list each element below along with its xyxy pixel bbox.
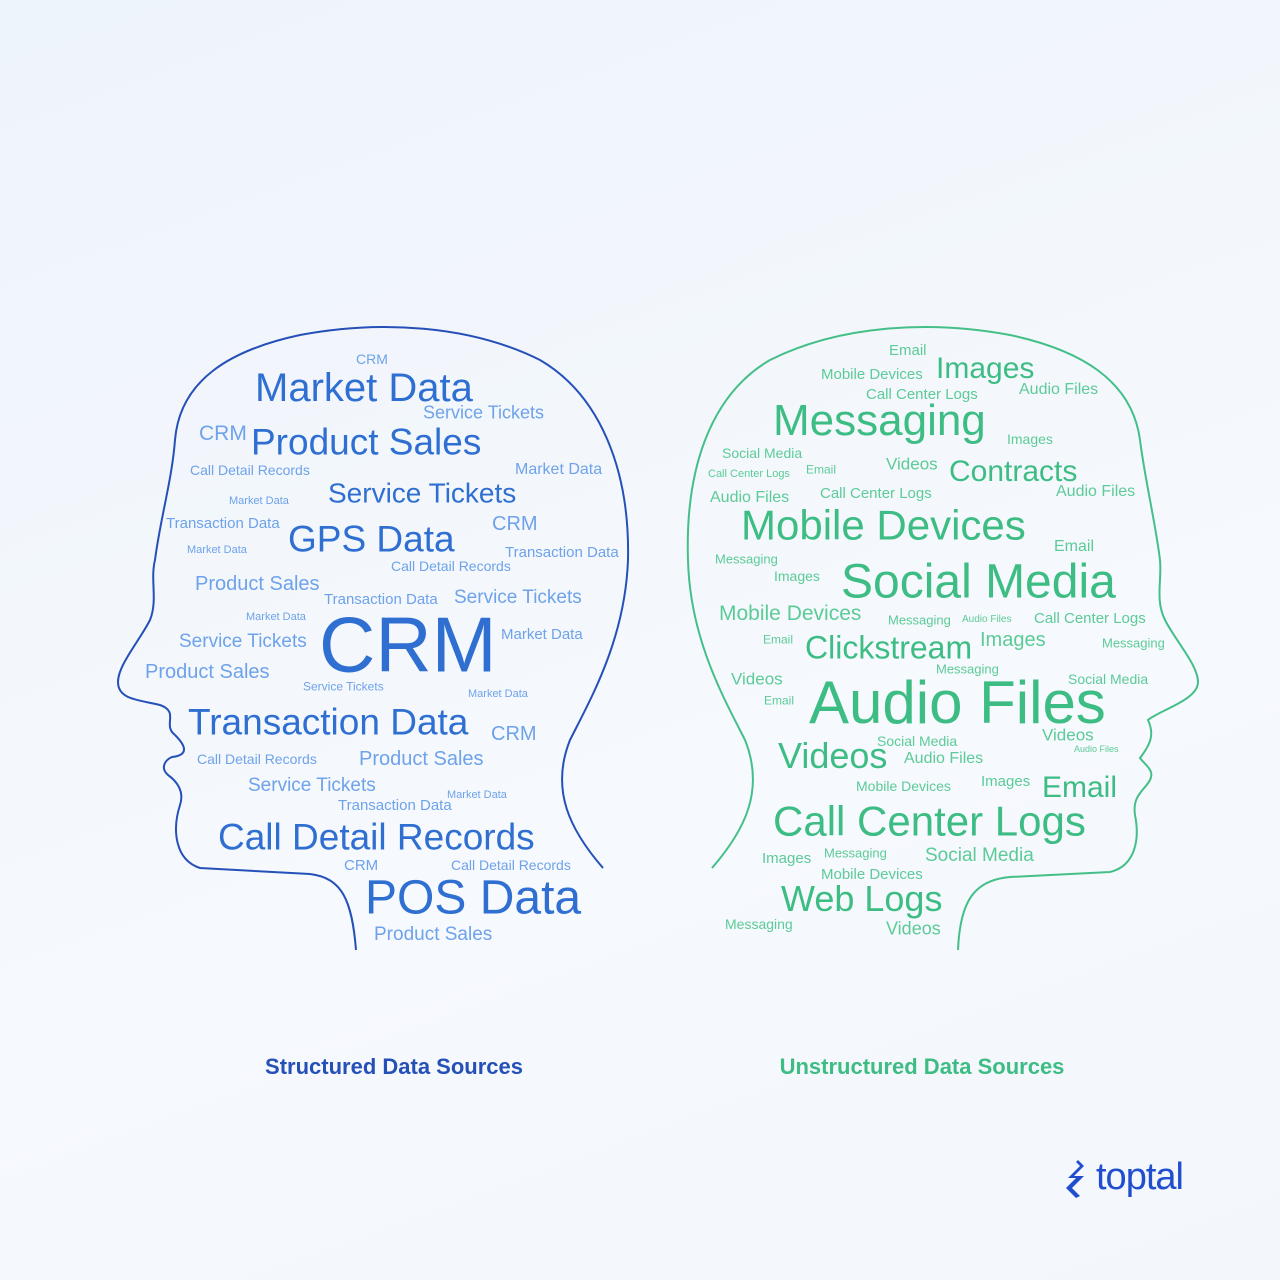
unstructured-caption: Unstructured Data Sources [779,1054,1065,1079]
unstructured-word: Audio Files [962,614,1012,625]
structured-word: Service Tickets [423,402,545,423]
structured-word: Market Data [501,626,583,643]
structured-word: GPS Data [288,518,455,560]
structured-word: Product Sales [145,661,270,683]
unstructured-word: Messaging [888,612,951,628]
unstructured-word: Social Media [877,732,958,749]
unstructured-word: Images [1007,430,1053,447]
unstructured-word: Social Media [722,444,803,461]
structured-word: Transaction Data [505,544,619,561]
structured-caption: Structured Data Sources [265,1054,523,1079]
unstructured-word: Videos [886,454,938,474]
unstructured-word: Images [981,773,1031,790]
structured-word: POS Data [365,871,582,925]
structured-word: Service Tickets [248,774,376,796]
unstructured-word: Messaging [715,551,778,567]
structured-word: Product Sales [195,573,320,595]
unstructured-word: Mobile Devices [741,501,1026,549]
structured-word: Service Tickets [179,630,307,652]
structured-word: Call Detail Records [451,856,571,873]
unstructured-word: Images [936,352,1035,385]
structured-word: CRM [492,513,538,535]
unstructured-word: Messaging [824,845,887,861]
structured-word: Transaction Data [166,515,280,532]
unstructured-word: Email [806,462,837,477]
unstructured-word: Email [763,632,794,647]
unstructured-word: Images [774,567,820,584]
toptal-logo-icon [1066,1159,1084,1198]
structured-word: Service Tickets [303,679,384,694]
structured-word: Product Sales [359,748,484,770]
unstructured-word: Mobile Devices [856,777,951,794]
unstructured-word: Audio Files [904,750,984,768]
structured-word: Service Tickets [328,477,517,509]
unstructured-word: Call Center Logs [1034,610,1146,627]
unstructured-word: Email [764,693,795,708]
structured-word: Call Detail Records [218,816,535,858]
structured-word: CRM [491,723,537,745]
structured-word: Market Data [515,461,603,479]
unstructured-word: Messaging [773,395,986,445]
structured-word: CRM [356,350,388,367]
structured-word: Product Sales [374,923,493,945]
unstructured-word: Messaging [1102,635,1165,651]
unstructured-word: Social Media [925,844,1034,866]
structured-word: Call Detail Records [391,557,511,574]
unstructured-word: Audio Files [809,669,1106,736]
structured-word: Market Data [447,789,507,802]
structured-word: Market Data [468,688,528,701]
structured-word: Transaction Data [338,797,452,814]
unstructured-word: Social Media [841,555,1116,609]
unstructured-word: Clickstream [805,629,973,666]
unstructured-word: Videos [1042,725,1094,745]
unstructured-word: Call Center Logs [773,797,1086,845]
unstructured-word: Audio Files [1056,483,1136,501]
unstructured-word: Call Center Logs [708,468,790,481]
toptal-logo: toptal [1064,1156,1184,1199]
unstructured-word: Web Logs [781,878,943,920]
unstructured-word: Email [1054,538,1095,556]
unstructured-word: Videos [731,669,783,689]
structured-word: Market Data [246,611,306,624]
structured-word: Call Detail Records [197,750,317,767]
unstructured-word: Mobile Devices [719,602,862,626]
unstructured-word: Call Center Logs [820,485,932,502]
logo-text: toptal [1096,1156,1184,1198]
unstructured-word: Email [889,342,927,359]
structured-word: Call Detail Records [190,461,310,478]
structured-word: CRM [199,422,247,446]
unstructured-word: Audio Files [1074,743,1119,754]
unstructured-word: Images [980,629,1046,651]
structured-word: Transaction Data [188,701,469,743]
unstructured-word: Videos [886,918,941,939]
structured-word: Market Data [229,495,289,508]
unstructured-word: Images [762,850,812,867]
structured-word: Product Sales [251,421,482,463]
unstructured-word: Mobile Devices [821,366,923,383]
unstructured-word: Audio Files [1019,381,1099,399]
structured-word: Market Data [187,544,247,557]
structured-word: CRM [319,600,497,689]
unstructured-word: Messaging [725,915,793,932]
unstructured-word: Videos [778,735,888,777]
